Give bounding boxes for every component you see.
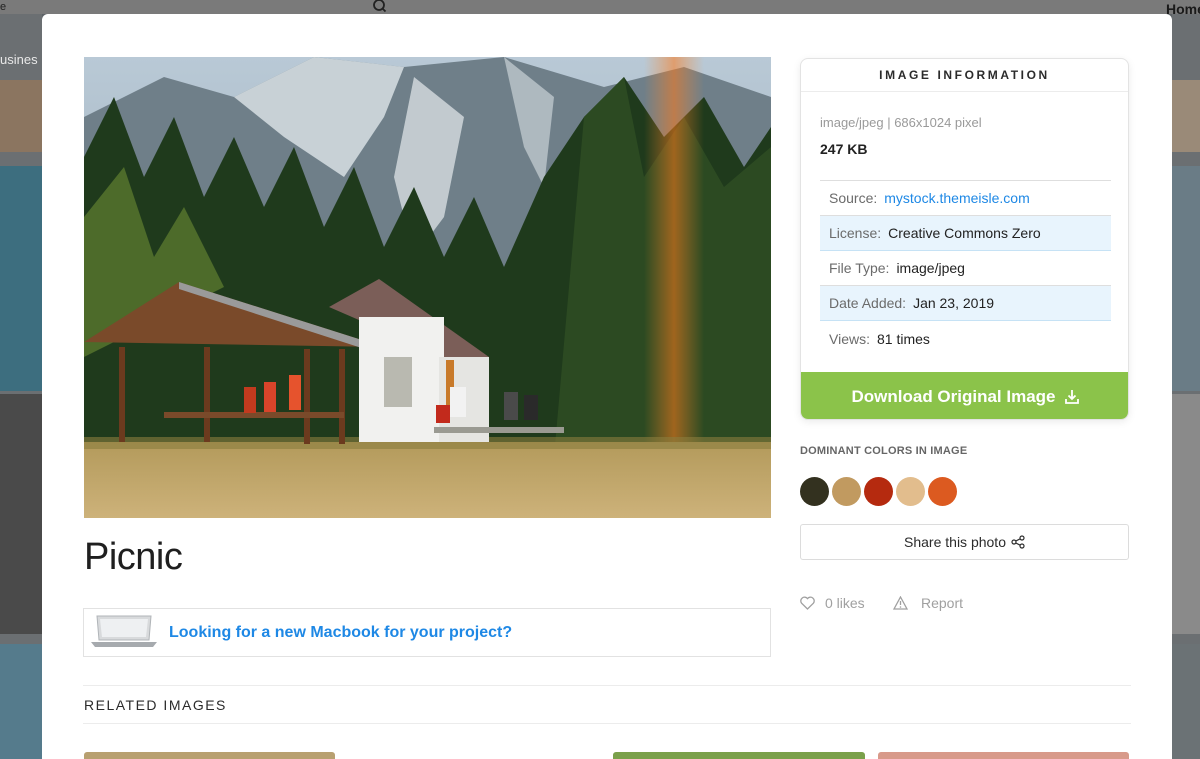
info-row-views: Views: 81 times	[820, 321, 1111, 356]
info-row-value: Jan 23, 2019	[913, 295, 995, 311]
download-icon	[1064, 389, 1079, 404]
image-information-card: IMAGE INFORMATION image/jpeg | 686x1024 …	[800, 58, 1129, 420]
search-icon	[373, 0, 387, 13]
info-row-value: image/jpeg	[896, 260, 965, 276]
source-link[interactable]: mystock.themeisle.com	[884, 190, 1029, 206]
divider	[83, 685, 1131, 686]
info-row-label: Views:	[829, 330, 870, 347]
background-edge-text: e	[0, 1, 7, 13]
image-modal: Picnic Looking for a new Macbook for you…	[42, 14, 1172, 759]
info-row-label: File Type:	[829, 260, 890, 276]
info-row-label: Date Added:	[829, 295, 907, 311]
report-button[interactable]: Report	[893, 595, 963, 611]
background-category-text: usines	[0, 52, 38, 67]
background-topbar	[0, 0, 1200, 14]
likes-count: 0 likes	[825, 595, 865, 611]
color-swatches	[800, 477, 957, 506]
related-thumbnail[interactable]	[84, 752, 335, 759]
info-row-value: Creative Commons Zero	[888, 225, 1041, 241]
related-images-heading: RELATED IMAGES	[84, 697, 227, 713]
related-thumbnail[interactable]	[878, 752, 1129, 759]
color-swatch[interactable]	[928, 477, 957, 506]
like-button[interactable]: 0 likes	[800, 595, 865, 611]
page-title: Picnic	[84, 536, 183, 578]
download-original-button[interactable]: Download Original Image	[801, 372, 1128, 419]
share-icon	[1011, 535, 1025, 549]
heart-icon	[800, 596, 815, 610]
info-row-date-added: Date Added: Jan 23, 2019	[820, 286, 1111, 321]
info-row-label: Source:	[829, 190, 878, 206]
info-row-source: Source: mystock.themeisle.com	[820, 181, 1111, 216]
info-row-file-type: File Type: image/jpeg	[820, 251, 1111, 286]
info-rows: Source: mystock.themeisle.com License: C…	[820, 180, 1111, 356]
dominant-colors-heading: DOMINANT COLORS IN IMAGE	[800, 445, 968, 457]
laptop-icon	[91, 615, 157, 647]
info-row-license: License: Creative Commons Zero	[820, 216, 1111, 251]
background-right-column	[1172, 14, 1200, 759]
report-label: Report	[921, 595, 964, 611]
color-swatch[interactable]	[864, 477, 893, 506]
share-button-label: Share this photo	[904, 534, 1006, 550]
divider	[83, 723, 1131, 724]
promo-link[interactable]: Looking for a new Macbook for your proje…	[169, 624, 512, 642]
share-photo-button[interactable]: Share this photo	[800, 524, 1129, 560]
image-information-heading: IMAGE INFORMATION	[801, 59, 1128, 92]
download-button-label: Download Original Image	[851, 386, 1056, 406]
file-size: 247 KB	[820, 141, 868, 157]
warning-icon	[893, 596, 908, 610]
info-row-label: License:	[829, 225, 882, 241]
image-meta: image/jpeg | 686x1024 pixel	[820, 115, 982, 130]
color-swatch[interactable]	[896, 477, 925, 506]
color-swatch[interactable]	[832, 477, 861, 506]
promo-banner[interactable]: Looking for a new Macbook for your proje…	[83, 608, 771, 657]
main-photo[interactable]	[84, 57, 771, 518]
background-left-column	[0, 14, 42, 759]
color-swatch[interactable]	[800, 477, 829, 506]
info-row-value: 81 times	[876, 330, 930, 347]
related-thumbnail[interactable]	[613, 752, 865, 759]
